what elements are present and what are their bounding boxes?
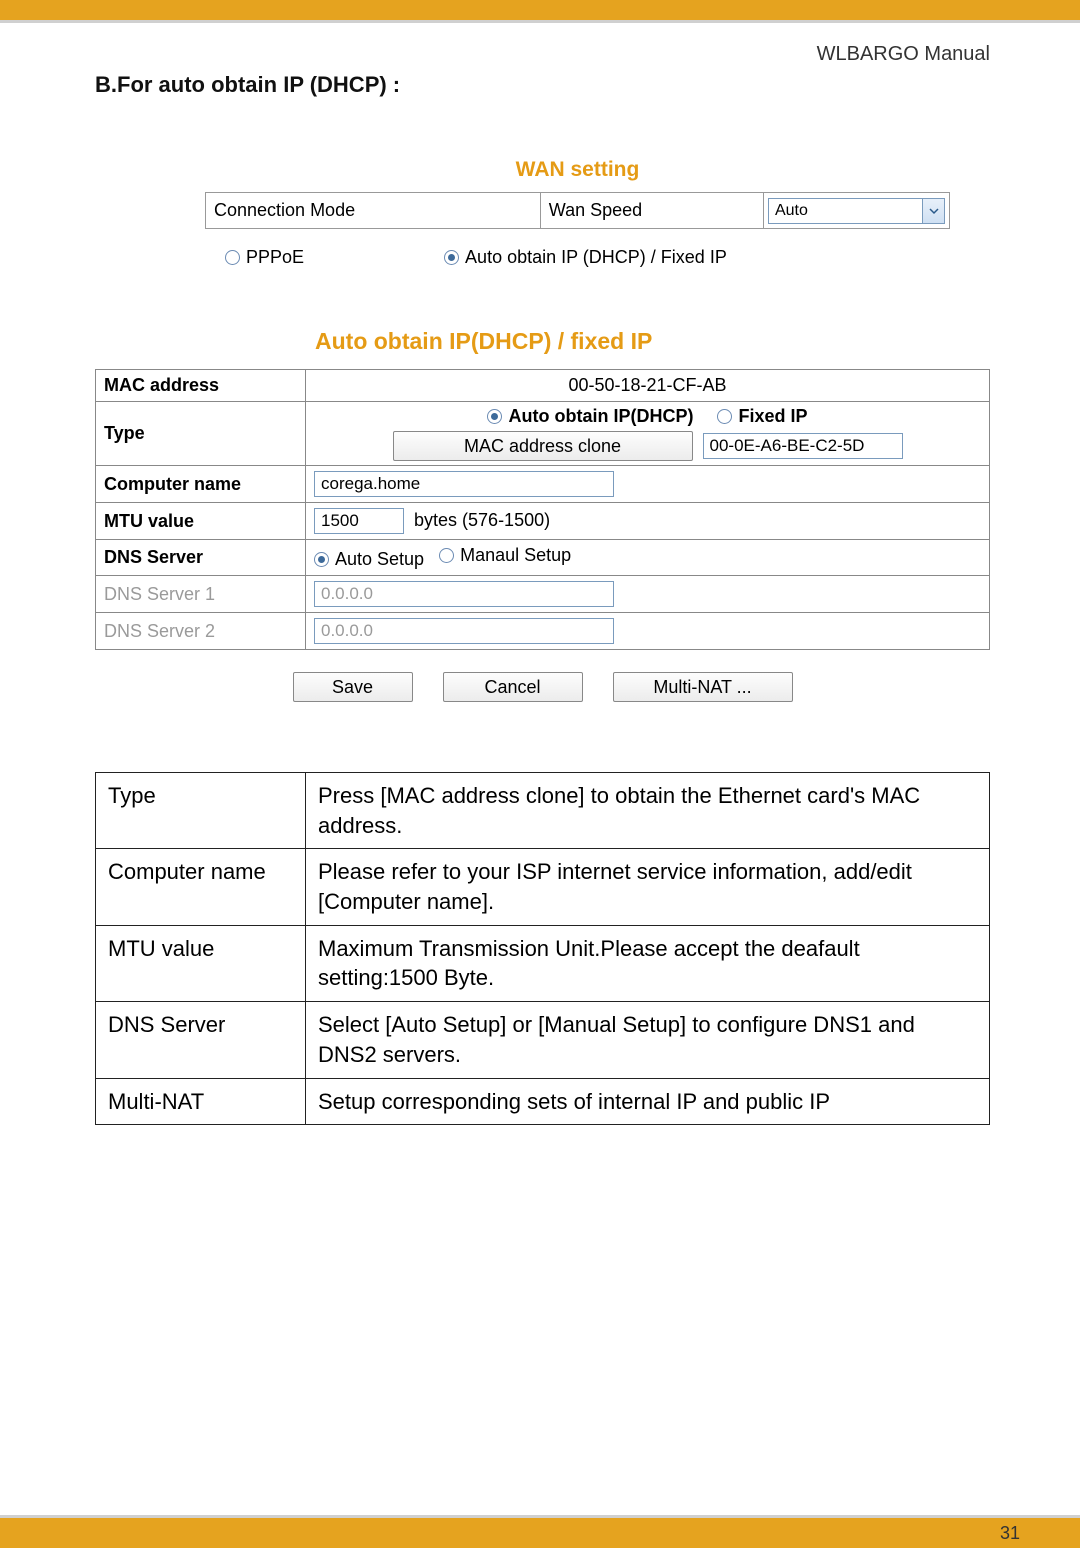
page-number: 31 <box>1000 1523 1020 1544</box>
dns2-label: DNS Server 2 <box>96 613 306 650</box>
desc-val: Please refer to your ISP internet servic… <box>306 849 990 925</box>
mac-address-label: MAC address <box>96 370 306 402</box>
computer-name-input[interactable]: corega.home <box>314 471 614 497</box>
type-fixed-radio[interactable]: Fixed IP <box>717 406 807 427</box>
mtu-suffix: bytes (576-1500) <box>414 510 550 530</box>
desc-key: Computer name <box>96 849 306 925</box>
radio-icon <box>225 250 240 265</box>
multi-nat-button[interactable]: Multi-NAT ... <box>613 672 793 702</box>
radio-pppoe[interactable]: PPPoE <box>225 247 304 268</box>
mac-clone-input[interactable]: 00-0E-A6-BE-C2-5D <box>703 433 903 459</box>
save-button[interactable]: Save <box>293 672 413 702</box>
desc-val: Setup corresponding sets of internal IP … <box>306 1078 990 1125</box>
auto-obtain-title: Auto obtain IP(DHCP) / fixed IP <box>315 328 990 355</box>
wan-speed-select[interactable]: Auto <box>768 198 945 224</box>
desc-key: Multi-NAT <box>96 1078 306 1125</box>
table-row: TypePress [MAC address clone] to obtain … <box>96 773 990 849</box>
desc-key: Type <box>96 773 306 849</box>
radio-icon <box>717 409 732 424</box>
computer-name-label: Computer name <box>96 466 306 503</box>
wan-setting-title: WAN setting <box>205 158 950 182</box>
radio-icon <box>487 409 502 424</box>
table-row: MTU valueMaximum Transmission Unit.Pleas… <box>96 925 990 1001</box>
section-heading: B.For auto obtain IP (DHCP) : <box>95 72 990 98</box>
manual-title: WLBARGO Manual <box>95 43 990 66</box>
dns1-input[interactable]: 0.0.0.0 <box>314 581 614 607</box>
table-row: Multi-NATSetup corresponding sets of int… <box>96 1078 990 1125</box>
table-row: DNS ServerSelect [Auto Setup] or [Manual… <box>96 1002 990 1078</box>
radio-icon <box>314 552 329 567</box>
type-label: Type <box>96 402 306 466</box>
mtu-input[interactable]: 1500 <box>314 508 404 534</box>
table-row: Computer namePlease refer to your ISP in… <box>96 849 990 925</box>
radio-dhcp[interactable]: Auto obtain IP (DHCP) / Fixed IP <box>444 247 727 268</box>
mac-address-value: 00-50-18-21-CF-AB <box>306 370 990 402</box>
type-auto-label: Auto obtain IP(DHCP) <box>508 406 693 427</box>
wan-speed-label: Wan Speed <box>540 193 763 229</box>
dns-manual-radio[interactable]: Manaul Setup <box>439 545 571 566</box>
description-table: TypePress [MAC address clone] to obtain … <box>95 772 990 1125</box>
desc-key: MTU value <box>96 925 306 1001</box>
desc-val: Maximum Transmission Unit.Please accept … <box>306 925 990 1001</box>
chevron-down-icon[interactable] <box>922 199 944 223</box>
connection-mode-label: Connection Mode <box>206 193 541 229</box>
radio-icon <box>444 250 459 265</box>
desc-key: DNS Server <box>96 1002 306 1078</box>
wan-setting-table: Connection Mode Wan Speed Auto <box>205 192 950 229</box>
desc-val: Select [Auto Setup] or [Manual Setup] to… <box>306 1002 990 1078</box>
wan-speed-value: Auto <box>775 202 808 219</box>
top-bar <box>0 0 1080 20</box>
radio-pppoe-label: PPPoE <box>246 247 304 268</box>
type-auto-radio[interactable]: Auto obtain IP(DHCP) <box>487 406 693 427</box>
footer-bar: 31 <box>0 1518 1080 1548</box>
type-fixed-label: Fixed IP <box>738 406 807 427</box>
desc-val: Press [MAC address clone] to obtain the … <box>306 773 990 849</box>
mac-clone-button[interactable]: MAC address clone <box>393 431 693 461</box>
dns1-label: DNS Server 1 <box>96 576 306 613</box>
mtu-label: MTU value <box>96 503 306 540</box>
dns2-input[interactable]: 0.0.0.0 <box>314 618 614 644</box>
auto-obtain-form: MAC address 00-50-18-21-CF-AB Type Auto … <box>95 369 990 650</box>
dns-auto-radio[interactable]: Auto Setup <box>314 549 424 570</box>
dns-server-label: DNS Server <box>96 540 306 576</box>
dns-manual-label: Manaul Setup <box>460 545 571 566</box>
dns-auto-label: Auto Setup <box>335 549 424 570</box>
radio-icon <box>439 548 454 563</box>
cancel-button[interactable]: Cancel <box>443 672 583 702</box>
radio-dhcp-label: Auto obtain IP (DHCP) / Fixed IP <box>465 247 727 268</box>
